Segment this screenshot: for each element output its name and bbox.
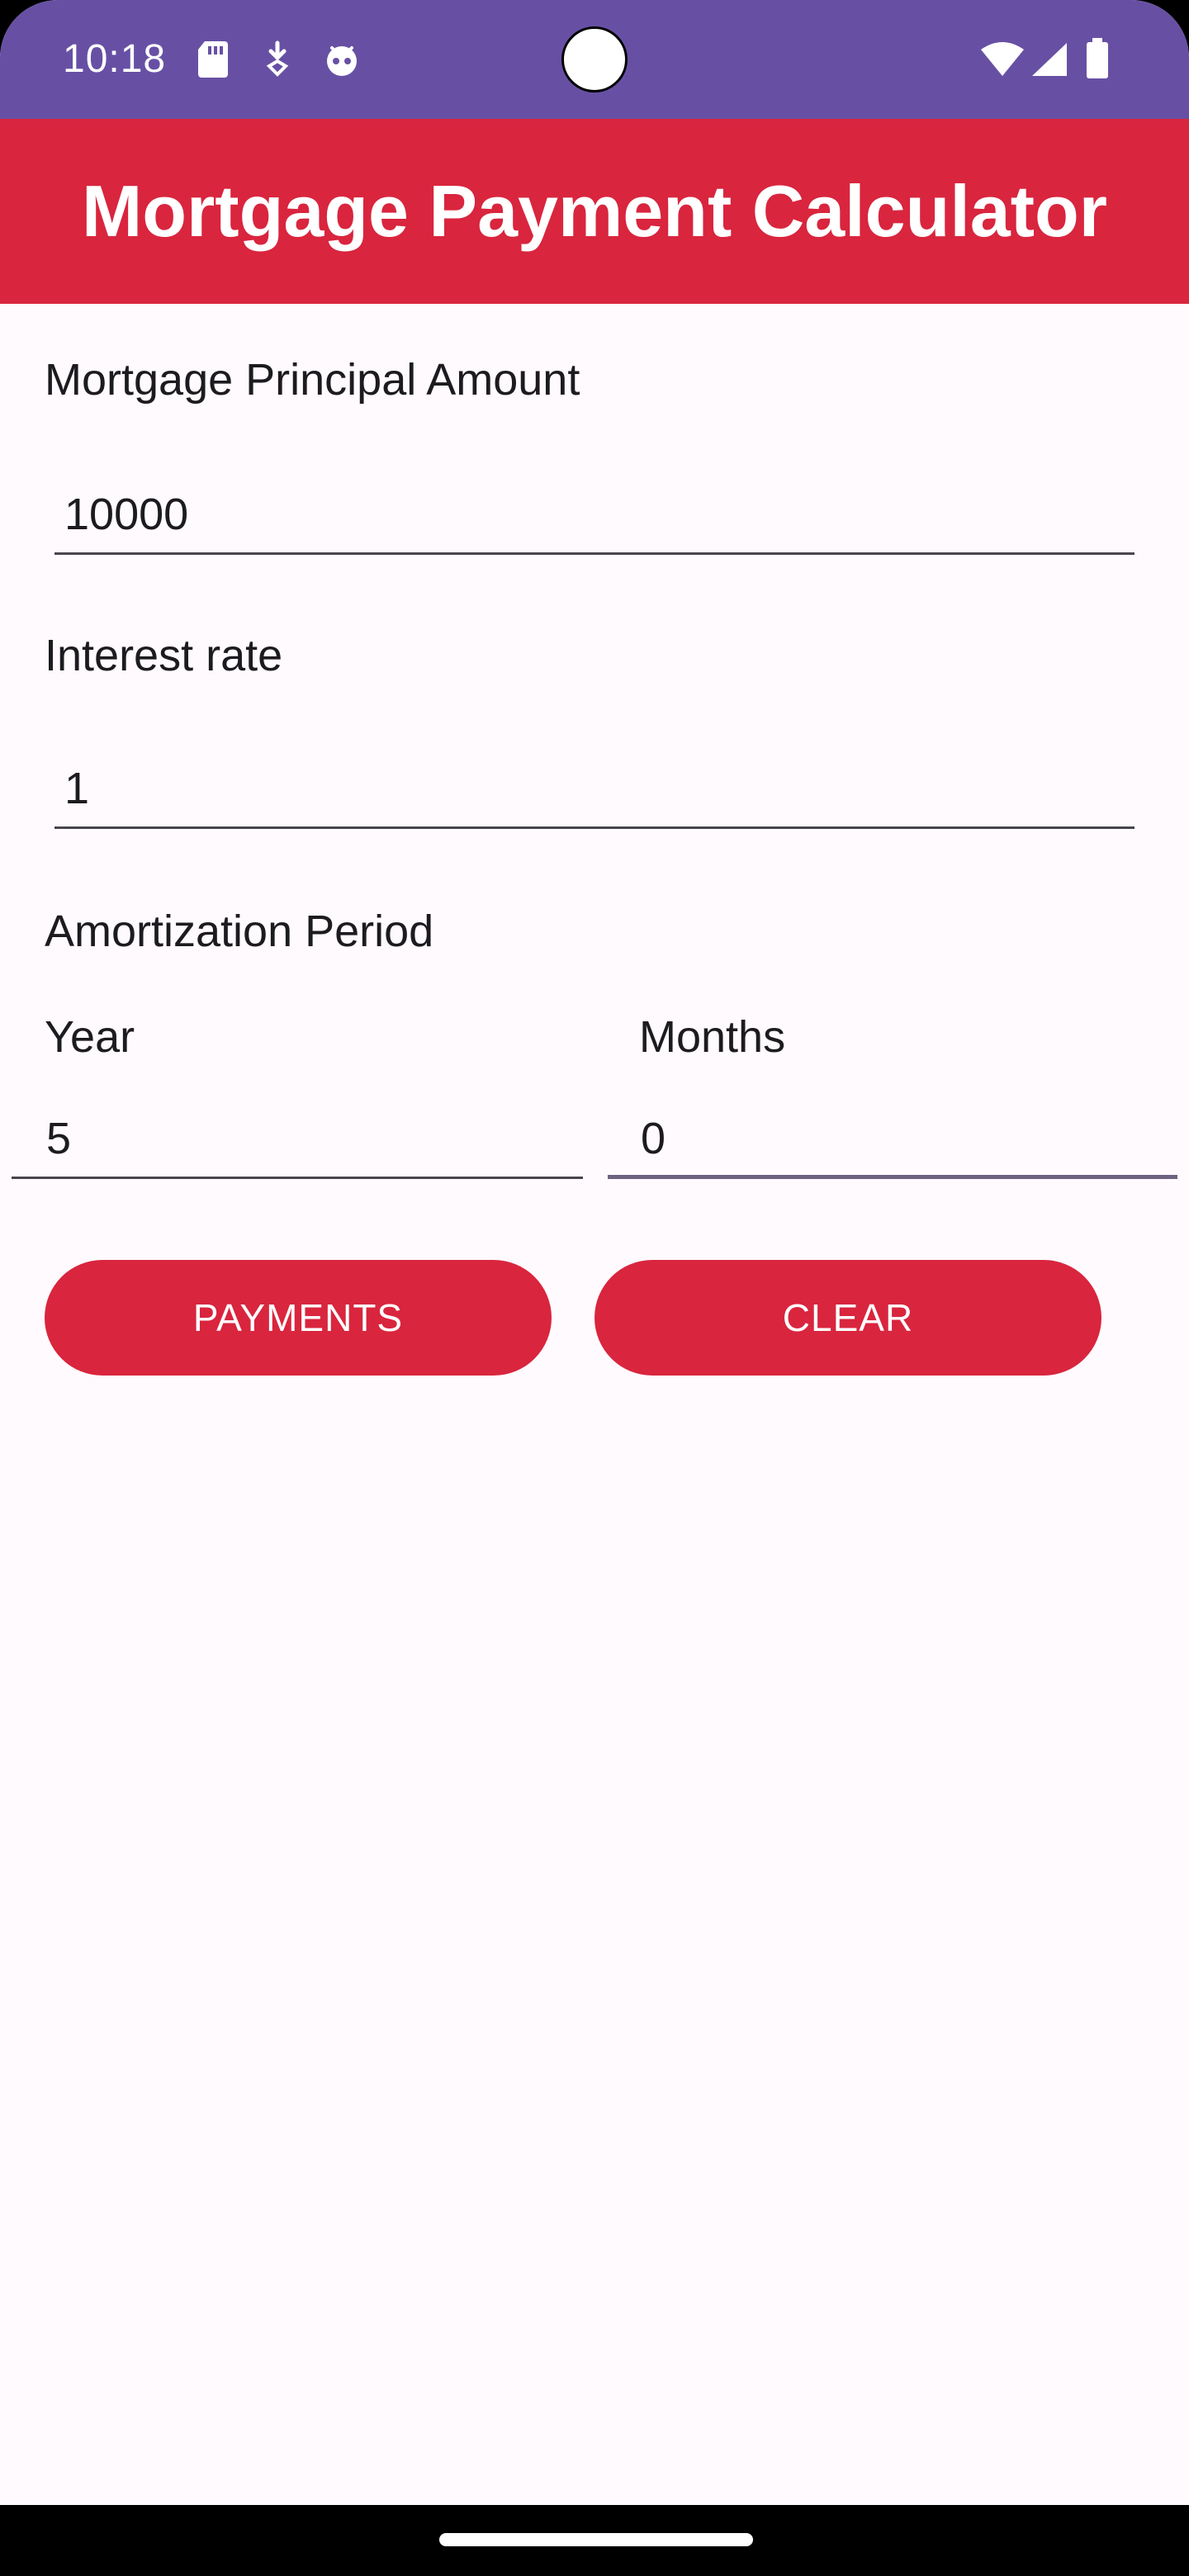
year-label: Year — [45, 1012, 135, 1062]
amortization-period-label: Amortization Period — [45, 907, 434, 956]
wifi-icon — [979, 41, 1026, 82]
principal-label: Mortgage Principal Amount — [45, 355, 580, 405]
months-field[interactable] — [608, 1103, 1177, 1179]
interest-rate-input[interactable] — [54, 753, 1135, 824]
home-gesture-handle[interactable] — [439, 2533, 753, 2546]
android-head-icon — [322, 40, 362, 83]
year-field[interactable] — [12, 1103, 583, 1179]
cellular-signal-icon — [1030, 41, 1068, 82]
months-label: Months — [639, 1012, 786, 1062]
app-screen: 10:18 Mortgage Payment Calculator Mortga… — [0, 0, 1189, 2576]
principal-input[interactable] — [54, 479, 1135, 550]
payments-button[interactable]: PAYMENTS — [45, 1260, 552, 1376]
interest-rate-label: Interest rate — [45, 631, 283, 680]
status-bar: 10:18 — [0, 0, 1189, 119]
clear-button[interactable]: CLEAR — [594, 1260, 1101, 1376]
camera-cutout — [561, 26, 628, 92]
principal-field[interactable] — [54, 479, 1135, 555]
download-icon — [261, 40, 294, 83]
app-bar: Mortgage Payment Calculator — [0, 119, 1189, 304]
months-input[interactable] — [608, 1103, 1177, 1174]
status-time: 10:18 — [63, 37, 167, 81]
app-title: Mortgage Payment Calculator — [81, 170, 1108, 252]
sd-card-icon — [197, 40, 230, 83]
battery-icon — [1085, 38, 1110, 83]
interest-rate-field[interactable] — [54, 753, 1135, 829]
year-input[interactable] — [12, 1103, 583, 1174]
navigation-bar — [0, 2505, 1189, 2576]
